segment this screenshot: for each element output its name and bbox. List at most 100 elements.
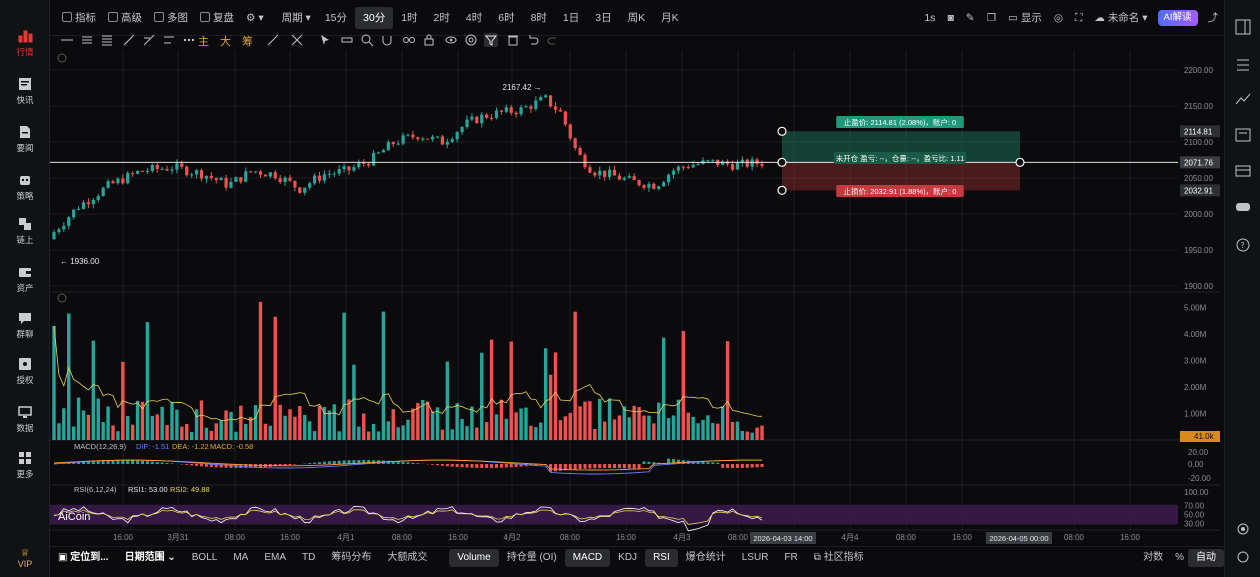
macd-bar xyxy=(136,460,140,464)
community-indicators-button[interactable]: ⧉ 社区指标 xyxy=(806,549,872,567)
interval-1s-button[interactable]: 1s xyxy=(918,7,941,29)
undo-icon[interactable] xyxy=(526,33,540,47)
volume-tick: 4.00M xyxy=(1184,330,1207,339)
indicator-5[interactable]: 大额成交 xyxy=(379,549,435,567)
macd-bar xyxy=(126,460,130,464)
indicator-2[interactable]: EMA xyxy=(256,549,294,567)
indicator-0[interactable]: BOLL xyxy=(184,549,226,567)
crossed-icon[interactable] xyxy=(290,33,304,47)
filter-icon[interactable] xyxy=(484,33,498,47)
link-icon[interactable] xyxy=(402,33,416,47)
camera-icon[interactable]: ◙ xyxy=(941,7,959,29)
sidebar-item-authorize[interactable]: 授权 xyxy=(3,352,47,390)
period-dropdown[interactable]: 周期 ▾ xyxy=(276,7,317,29)
panel-icon[interactable] xyxy=(1234,18,1252,36)
target-icon[interactable]: ◎ xyxy=(1048,7,1069,29)
timeframe-10[interactable]: 月K xyxy=(653,7,687,29)
locate-button[interactable]: ▣ 定位到... xyxy=(50,549,117,567)
list-icon[interactable] xyxy=(1234,126,1252,144)
sub-indicator-6[interactable]: LSUR xyxy=(734,549,777,567)
indicators-button[interactable]: 指标 xyxy=(56,7,102,29)
fib-icon[interactable] xyxy=(100,33,114,47)
timeframe-5[interactable]: 6时 xyxy=(490,7,522,29)
sidebar-item-market[interactable]: 行情 xyxy=(3,24,47,62)
timeframe-9[interactable]: 周K xyxy=(620,7,654,29)
timeframe-6[interactable]: 8时 xyxy=(523,7,555,29)
log-scale-toggle[interactable]: 对数 xyxy=(1135,549,1171,567)
indicator-3[interactable]: TD xyxy=(294,549,323,567)
chevron-down-icon: ▾ xyxy=(1139,11,1148,24)
expand-icon[interactable]: ⛶ xyxy=(1069,7,1088,29)
auto-scale-toggle[interactable]: 自动 xyxy=(1188,548,1224,567)
sidebar-item-data[interactable]: 数据 xyxy=(3,400,47,438)
sub-indicator-4[interactable]: RSI xyxy=(645,548,678,567)
vip-badge[interactable]: ♕ VIP xyxy=(0,548,50,569)
lock-icon[interactable] xyxy=(422,33,436,47)
advanced-button[interactable]: 高级 xyxy=(102,7,148,29)
timeframe-8[interactable]: 3日 xyxy=(587,7,619,29)
large-order-toggle[interactable]: 大 xyxy=(220,33,231,49)
share-icon[interactable]: ⤴ xyxy=(1202,7,1225,29)
pencil-icon[interactable]: ✎ xyxy=(960,7,981,29)
timeframe-0[interactable]: 15分 xyxy=(317,7,355,29)
layout-dropdown[interactable]: ☁ 未命名 ▾ xyxy=(1088,7,1153,29)
sub-indicator-7[interactable]: FR xyxy=(776,549,805,567)
sub-indicator-3[interactable]: KDJ xyxy=(610,549,645,567)
sidebar-item-more[interactable]: 更多 xyxy=(3,446,47,484)
chip-toggle[interactable]: 筹 xyxy=(242,33,253,49)
position-tool[interactable]: 止盈价: 2114.81 (2.08%)，账户: 0 止损价: 2032.91 (… xyxy=(50,116,1178,197)
timeframe-4[interactable]: 4时 xyxy=(458,7,490,29)
sidebar-item-strategy[interactable]: 策略 xyxy=(3,168,47,206)
more-tools-icon[interactable] xyxy=(182,33,196,47)
copy-icon[interactable]: ❐ xyxy=(981,7,1002,29)
sub-indicator-1[interactable]: 持仓量 (OI) xyxy=(499,549,565,567)
indicator-1[interactable]: MA xyxy=(225,549,256,567)
sub-indicator-0[interactable]: Volume xyxy=(449,548,499,567)
gear-icon[interactable] xyxy=(1234,548,1252,566)
trash-icon[interactable] xyxy=(506,33,520,47)
eye-icon[interactable] xyxy=(444,33,458,47)
horizontal-line-icon[interactable] xyxy=(60,33,74,47)
indicator-4[interactable]: 筹码分布 xyxy=(323,549,379,567)
sidebar-item-assets[interactable]: 资产 xyxy=(3,260,47,298)
ai-interpret-button[interactable]: AI解读 xyxy=(1157,9,1198,26)
ruler-icon[interactable] xyxy=(340,33,354,47)
macd-bar xyxy=(632,464,636,469)
gamepad-icon[interactable] xyxy=(1234,198,1252,216)
chart-icon[interactable] xyxy=(1234,90,1252,108)
parallel-lines-icon[interactable] xyxy=(80,33,94,47)
zoom-icon[interactable] xyxy=(360,33,374,47)
timeframe-1[interactable]: 30分 xyxy=(355,6,394,29)
settings-icon[interactable] xyxy=(1234,520,1252,538)
volume-bar xyxy=(219,420,223,440)
sidebar-item-news[interactable]: 快讯 xyxy=(3,72,47,110)
target-icon[interactable] xyxy=(464,33,478,47)
redo-icon[interactable] xyxy=(546,33,560,47)
cursor-icon[interactable] xyxy=(318,33,332,47)
sub-indicator-2[interactable]: MACD xyxy=(564,548,611,567)
date-range-dropdown[interactable]: 日期范围 ⌄ xyxy=(117,549,184,567)
sub-indicator-5[interactable]: 爆仓统计 xyxy=(678,549,734,567)
percent-toggle[interactable]: % xyxy=(1171,549,1188,567)
replay-button[interactable]: 复盘 xyxy=(194,7,240,29)
magnet-icon[interactable] xyxy=(380,33,394,47)
card-icon[interactable] xyxy=(1234,162,1252,180)
trendline-icon[interactable] xyxy=(122,33,136,47)
settings-dropdown[interactable]: ⚙ ▾ xyxy=(240,7,270,29)
orderbook-icon[interactable] xyxy=(1234,56,1252,74)
multi-chart-button[interactable]: 多图 xyxy=(148,7,194,29)
display-button[interactable]: ▭ 显示 xyxy=(1002,7,1048,29)
brush-icon[interactable] xyxy=(266,33,280,47)
main-chart[interactable]: 止盈价: 2114.81 (2.08%)，账户: 0 止损价: 2032.91 (… xyxy=(50,50,1220,546)
timeframe-2[interactable]: 1时 xyxy=(393,7,425,29)
timeframe-3[interactable]: 2时 xyxy=(426,7,458,29)
timeframe-7[interactable]: 1日 xyxy=(555,7,587,29)
measure-icon[interactable] xyxy=(162,33,176,47)
pattern-icon[interactable] xyxy=(142,33,156,47)
help-icon[interactable]: ? xyxy=(1234,236,1252,254)
sidebar-item-headlines[interactable]: 要闻 xyxy=(3,120,47,158)
main-chart-toggle[interactable]: 主 xyxy=(198,33,209,49)
candle-body xyxy=(706,160,710,162)
sidebar-item-chat[interactable]: 群聊 xyxy=(3,306,47,344)
sidebar-item-onchain[interactable]: 链上 xyxy=(3,212,47,250)
